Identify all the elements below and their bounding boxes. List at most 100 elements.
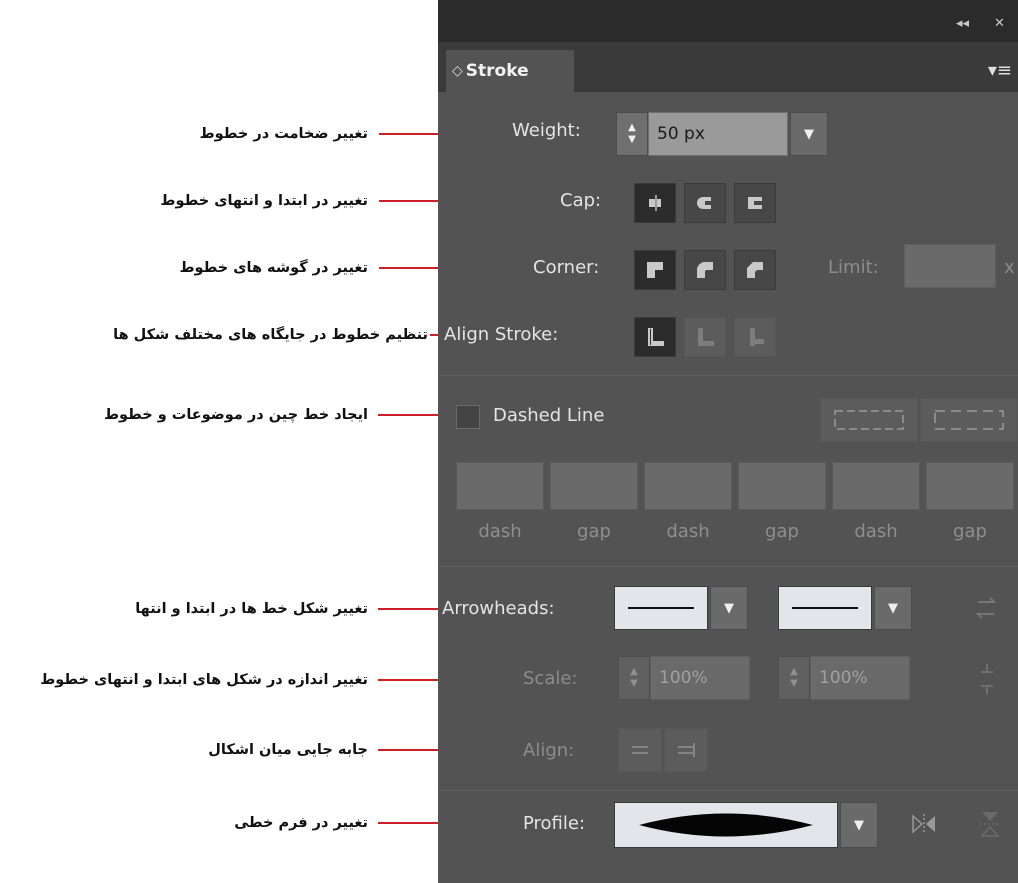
end-scale-field[interactable]: 100% xyxy=(810,656,910,700)
chevron-down-icon: ▼ xyxy=(804,126,814,142)
round-cap-button[interactable] xyxy=(684,183,726,223)
corner-label: Corner: xyxy=(533,257,600,278)
extend-arrow-tip-icon xyxy=(632,746,648,754)
gap-label-1: gap xyxy=(577,521,611,542)
dashed-line-label: Dashed Line xyxy=(493,405,605,426)
width-profile-icon xyxy=(639,813,813,837)
annotation-text: جابه جایی میان اشکال xyxy=(208,742,368,758)
scale-label: Scale: xyxy=(523,668,578,689)
miter-join-button[interactable] xyxy=(634,250,676,290)
end-arrowhead-dropdown[interactable]: ▼ xyxy=(874,586,912,630)
weight-dropdown[interactable]: ▼ xyxy=(790,112,828,156)
gap-field-3[interactable] xyxy=(926,462,1014,510)
annotation-line xyxy=(378,608,438,610)
butt-cap-icon xyxy=(649,195,661,211)
place-arrow-tip-button[interactable] xyxy=(664,728,708,772)
profile-label: Profile: xyxy=(523,813,586,834)
place-arrow-tip-icon xyxy=(678,743,695,757)
gap-field-1[interactable] xyxy=(550,462,638,510)
tab-label: Stroke xyxy=(465,61,529,81)
start-scale-stepper[interactable]: ▲ ▼ xyxy=(618,656,650,700)
gap-field-2[interactable] xyxy=(738,462,826,510)
align-label: Align: xyxy=(523,740,575,761)
weight-stepper[interactable]: ▲ ▼ xyxy=(616,112,648,156)
projecting-cap-button[interactable] xyxy=(734,183,776,223)
align-center-icon xyxy=(648,328,664,346)
dash-label-1: dash xyxy=(478,521,522,542)
annotation-text: تغییر در ابتدا و انتهای خطوط xyxy=(160,193,368,209)
annotation-text: تغییر اندازه در شکل های ابتدا و انتهای خ… xyxy=(40,672,368,688)
annotation-text: تنظیم خطوط در جایگاه های مختلف شکل ها xyxy=(113,327,428,343)
panel-menu-icon[interactable]: ▾≡ xyxy=(988,60,1012,81)
dash-field-2[interactable] xyxy=(644,462,732,510)
weight-field[interactable]: 50 px xyxy=(648,112,788,156)
end-scale-stepper[interactable]: ▲ ▼ xyxy=(778,656,810,700)
chevron-down-icon: ▼ xyxy=(888,600,898,616)
chevron-down-icon[interactable]: ▼ xyxy=(630,678,638,690)
dash-field-3[interactable] xyxy=(832,462,920,510)
flip-along-icon[interactable] xyxy=(910,810,938,838)
separator xyxy=(438,790,1018,791)
weight-label: Weight: xyxy=(512,120,581,141)
round-cap-icon xyxy=(697,197,711,209)
chevron-down-icon[interactable]: ▼ xyxy=(790,678,798,690)
preserve-dash-icon xyxy=(834,410,904,430)
arrowheads-label: Arrowheads: xyxy=(442,598,555,619)
gap-label-2: gap xyxy=(765,521,799,542)
separator xyxy=(438,375,1018,376)
align-outside-icon xyxy=(750,328,764,346)
chevron-down-icon: ▼ xyxy=(724,600,734,616)
flip-across-icon[interactable] xyxy=(978,808,1002,840)
profile-dropdown[interactable]: ▼ xyxy=(840,802,878,848)
end-arrowhead-select[interactable] xyxy=(778,586,872,630)
round-join-button[interactable] xyxy=(684,250,726,290)
chevron-up-icon[interactable]: ▲ xyxy=(628,122,636,134)
profile-select[interactable] xyxy=(614,802,838,848)
gap-label-3: gap xyxy=(953,521,987,542)
chevron-up-icon[interactable]: ▲ xyxy=(630,666,638,678)
align-center-button[interactable] xyxy=(634,317,676,357)
start-arrowhead-select[interactable] xyxy=(614,586,708,630)
dash-field-1[interactable] xyxy=(456,462,544,510)
extend-arrow-tip-button[interactable] xyxy=(618,728,662,772)
start-scale-field[interactable]: 100% xyxy=(650,656,750,700)
align-inside-icon xyxy=(698,328,714,346)
line-preview-icon xyxy=(628,607,694,609)
close-icon[interactable]: ✕ xyxy=(994,16,1005,31)
tab-stroke[interactable]: ◇ Stroke xyxy=(446,50,574,92)
line-preview-icon xyxy=(792,607,858,609)
butt-cap-button[interactable] xyxy=(634,183,676,223)
align-outside-button[interactable] xyxy=(734,317,776,357)
collapse-icon[interactable]: ◂◂ xyxy=(956,16,969,31)
separator xyxy=(438,566,1018,567)
align-stroke-label: Align Stroke: xyxy=(444,324,559,345)
start-arrowhead-dropdown[interactable]: ▼ xyxy=(710,586,748,630)
dash-label-2: dash xyxy=(666,521,710,542)
swap-arrowheads-icon[interactable] xyxy=(974,594,998,622)
projecting-cap-icon xyxy=(748,197,762,209)
align-inside-button[interactable] xyxy=(684,317,726,357)
bevel-join-button[interactable] xyxy=(734,250,776,290)
align-dash-corners-icon xyxy=(934,410,1004,430)
annotation-text: تغییر در فرم خطی xyxy=(234,815,368,831)
annotation-text: تغییر در گوشه های خطوط xyxy=(179,260,368,276)
dashed-line-checkbox[interactable] xyxy=(456,405,480,429)
annotation-text: تغییر ضخامت در خطوط xyxy=(199,126,368,142)
chevron-down-icon: ▼ xyxy=(854,817,864,833)
miter-join-icon xyxy=(647,262,663,278)
link-scale-icon[interactable] xyxy=(976,662,998,696)
dash-label-3: dash xyxy=(854,521,898,542)
limit-field[interactable] xyxy=(904,244,996,288)
limit-unit: x xyxy=(1004,257,1015,278)
panel-titlebar: ◂◂ ✕ xyxy=(438,0,1018,42)
limit-label: Limit: xyxy=(828,257,879,278)
chevron-down-icon[interactable]: ▼ xyxy=(628,134,636,146)
preserve-dash-button[interactable] xyxy=(820,398,918,442)
annotation-text: تغییر شکل خط ها در ابتدا و انتها xyxy=(135,601,368,617)
cap-label: Cap: xyxy=(560,190,602,211)
align-dash-corners-button[interactable] xyxy=(920,398,1018,442)
chevron-up-icon[interactable]: ▲ xyxy=(790,666,798,678)
round-join-icon xyxy=(697,262,713,278)
bevel-join-icon xyxy=(747,262,763,278)
tab-options-icon[interactable]: ◇ xyxy=(452,63,463,79)
